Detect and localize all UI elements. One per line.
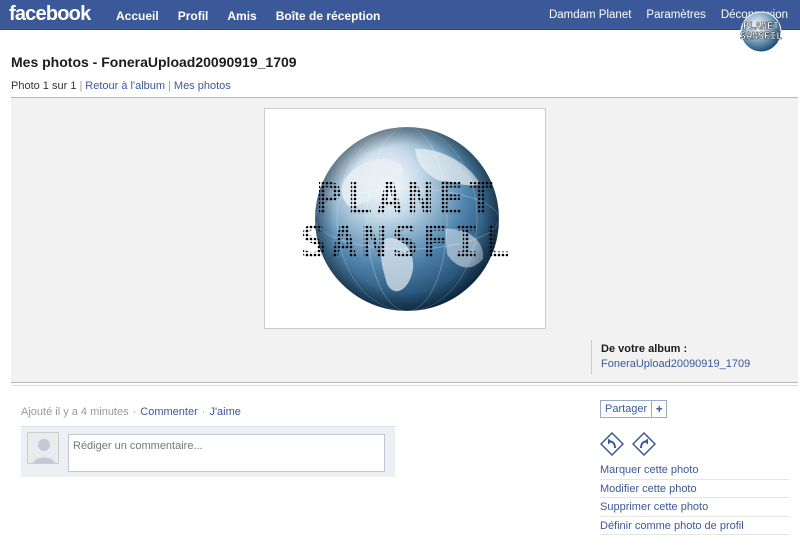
nav-inbox[interactable]: Boîte de réception	[276, 9, 381, 23]
nav-profil[interactable]: Profil	[178, 9, 209, 23]
back-to-album-link[interactable]: Retour à l'album	[85, 80, 165, 92]
photo-text-line2: SANSFIL	[300, 217, 513, 268]
planet-sansfil-watermark-logo: PLANET SANSFIL	[740, 11, 782, 53]
separator: |	[168, 80, 171, 92]
photo-viewer: PLANET SANSFIL De votre album : FoneraUp…	[11, 98, 798, 383]
share-label: Partager	[601, 401, 653, 417]
page-title: Mes photos - FoneraUpload20090919_1709	[11, 54, 297, 70]
rotate-left-icon[interactable]	[600, 432, 624, 456]
divider	[11, 385, 798, 386]
photo-counter: Photo 1 sur 1	[11, 80, 77, 92]
album-link[interactable]: FoneraUpload20090919_1709	[601, 358, 750, 370]
planet-sansfil-image: PLANET SANSFIL	[300, 126, 513, 312]
photo-pager: Photo 1 sur 1 | Retour à l'album | Mes photo…	[11, 80, 231, 92]
rotate-right-icon[interactable]	[632, 432, 656, 456]
like-link[interactable]: J'aime	[209, 406, 240, 418]
set-profile-photo-link[interactable]: Définir comme photo de profil	[600, 517, 790, 535]
comment-link[interactable]: Commenter	[140, 406, 197, 418]
share-button[interactable]: Partager +	[600, 400, 668, 418]
album-info: De votre album : FoneraUpload20090919_17…	[591, 340, 750, 374]
top-navigation-bar: facebook Accueil Profil Amis Boîte de ré…	[0, 0, 800, 30]
comment-input[interactable]: Rédiger un commentaire...	[68, 434, 385, 472]
avatar	[27, 432, 59, 464]
facebook-logo[interactable]: facebook	[9, 3, 91, 26]
bullet: ·	[201, 406, 206, 418]
photo-actions: Marquer cette photo Modifier cette photo…	[600, 461, 790, 535]
album-label: De votre album :	[601, 343, 688, 355]
added-time: Ajouté il y a 4 minutes	[21, 406, 129, 418]
my-photos-link[interactable]: Mes photos	[174, 80, 231, 92]
comment-box: Rédiger un commentaire...	[21, 426, 395, 477]
nav-accueil[interactable]: Accueil	[116, 9, 159, 23]
separator: |	[79, 80, 83, 92]
nav-amis[interactable]: Amis	[227, 9, 256, 23]
default-avatar-icon	[28, 433, 58, 463]
main-nav: Accueil Profil Amis Boîte de réception	[116, 9, 399, 23]
photo-meta: Ajouté il y a 4 minutes · Commenter · J'aime	[21, 406, 241, 418]
bullet: ·	[132, 406, 137, 418]
nav-user-name[interactable]: Damdam Planet	[549, 9, 631, 21]
delete-photo-link[interactable]: Supprimer cette photo	[600, 498, 790, 517]
photo[interactable]: PLANET SANSFIL	[264, 108, 546, 329]
watermark-line2: SANSFIL	[740, 31, 782, 42]
edit-photo-link[interactable]: Modifier cette photo	[600, 480, 790, 498]
tag-photo-link[interactable]: Marquer cette photo	[600, 461, 790, 480]
share-plus-icon: +	[655, 402, 663, 416]
nav-settings[interactable]: Paramètres	[646, 9, 705, 21]
